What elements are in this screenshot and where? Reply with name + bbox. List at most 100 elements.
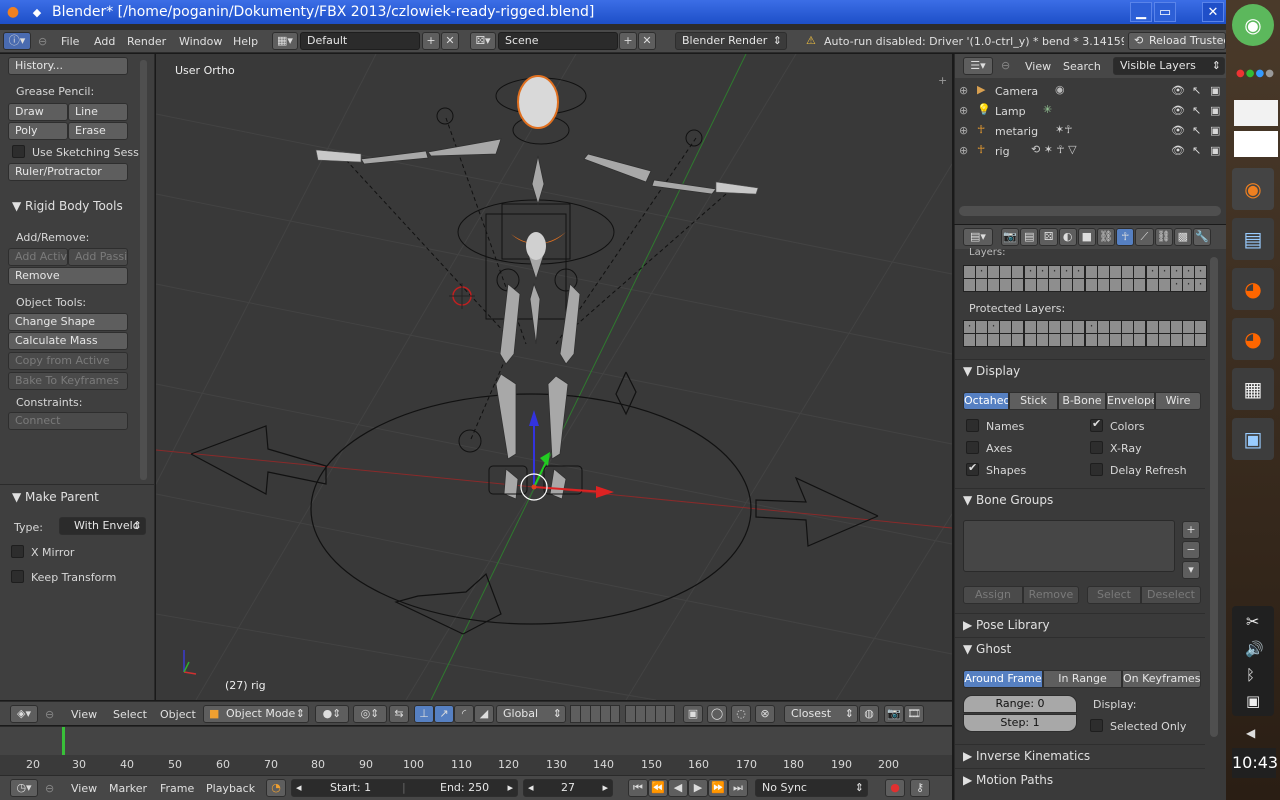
chevron-left-icon[interactable]: ◂ bbox=[296, 780, 302, 796]
prev-keyframe-icon[interactable]: ⏪ bbox=[648, 779, 668, 797]
outliner-scrollbar[interactable] bbox=[959, 206, 1221, 216]
collapse-arrow-icon[interactable]: ▼ bbox=[12, 490, 21, 504]
display-mode-wire[interactable]: Wire bbox=[1155, 392, 1201, 410]
menu-select[interactable]: Select bbox=[113, 708, 147, 721]
render-camera-icon[interactable]: ▣ bbox=[1210, 124, 1220, 137]
add-group-icon[interactable]: + bbox=[1182, 521, 1200, 539]
menu-frame[interactable]: Frame bbox=[160, 782, 194, 795]
blender-app-icon[interactable]: ◉ bbox=[1232, 168, 1274, 210]
axes-checkbox[interactable] bbox=[966, 441, 979, 454]
end-frame[interactable]: End: 250 bbox=[440, 780, 489, 796]
ghost-in-range[interactable]: In Range bbox=[1043, 670, 1122, 688]
opensuse-logo-icon[interactable]: ◉ bbox=[1232, 4, 1274, 46]
scene-field[interactable]: Scene bbox=[498, 32, 618, 50]
sketching-checkbox[interactable] bbox=[12, 145, 25, 158]
bake-keyframes-button[interactable]: Bake To Keyframes bbox=[8, 372, 128, 390]
armature-data-tab-icon[interactable]: ☥ bbox=[1116, 228, 1135, 246]
scene-icon[interactable]: ⚄▾ bbox=[470, 32, 496, 50]
workspace-1[interactable] bbox=[1234, 100, 1278, 126]
remove-group-icon[interactable]: − bbox=[1182, 541, 1200, 559]
viewport-canvas[interactable] bbox=[156, 54, 952, 700]
magnet-icon[interactable]: ⊗ bbox=[755, 705, 775, 723]
ghost-range-field[interactable]: Range: 0 bbox=[963, 695, 1077, 713]
render-camera-icon[interactable]: ▣ bbox=[1210, 84, 1220, 97]
assign-button[interactable]: Assign bbox=[963, 586, 1023, 604]
armature-bones[interactable] bbox=[360, 138, 717, 500]
render-camera-icon[interactable]: ▣ bbox=[1210, 144, 1220, 157]
xray-checkbox[interactable] bbox=[1090, 441, 1103, 454]
translate-icon[interactable]: ⊥ bbox=[414, 705, 434, 723]
chevron-right-icon[interactable]: ▸ bbox=[602, 780, 608, 796]
properties-scrollbar[interactable] bbox=[1210, 257, 1218, 737]
bluetooth-icon[interactable]: ᛒ bbox=[1246, 666, 1255, 684]
menu-view[interactable]: View bbox=[1025, 60, 1051, 73]
protected-grid-b[interactable] bbox=[1024, 320, 1085, 347]
bone-groups-panel-header[interactable]: ▼ Bone Groups bbox=[955, 488, 1205, 510]
scale-icon[interactable]: ◜ bbox=[454, 705, 474, 723]
timeline-track[interactable] bbox=[0, 727, 952, 755]
visibility-eye-icon[interactable]: 👁 bbox=[1171, 124, 1185, 137]
sync-select[interactable]: No Sync ⇕ bbox=[755, 779, 868, 797]
rotate-icon[interactable]: ↗ bbox=[434, 705, 454, 723]
timeline-ruler[interactable]: 20 30 40 50 60 70 80 90 100 110 120 130 … bbox=[0, 755, 952, 775]
outliner-row[interactable]: ⊕ ▶ Camera ◉ 👁 ↖ ▣ bbox=[955, 81, 1220, 101]
layers-grid-a[interactable] bbox=[963, 265, 1024, 292]
transform-manipulator[interactable] bbox=[520, 410, 614, 501]
names-checkbox[interactable] bbox=[966, 419, 979, 432]
menu-window[interactable]: Window bbox=[179, 35, 222, 48]
play-reverse-icon[interactable]: ◀ bbox=[668, 779, 688, 797]
reload-trusted-button[interactable]: ⟲ Reload Trusted bbox=[1128, 32, 1226, 50]
frame-range-field[interactable]: ◂ Start: 1 | End: 250 ▸ bbox=[291, 779, 518, 797]
outliner-row[interactable]: ⊕ ☥ rig ⟲ ✶ ☥ ▽ 👁 ↖ ▣ bbox=[955, 141, 1220, 161]
chevron-left-icon[interactable]: ◂ bbox=[528, 780, 534, 796]
outliner-item-label[interactable]: Camera bbox=[995, 85, 1038, 98]
file-manager-app-icon[interactable]: ▤ bbox=[1232, 218, 1274, 260]
timeline[interactable]: 20 30 40 50 60 70 80 90 100 110 120 130 … bbox=[0, 726, 952, 775]
texture-tab-icon[interactable]: ▩ bbox=[1173, 228, 1192, 246]
ghost-panel-header[interactable]: ▼ Ghost bbox=[955, 637, 1205, 659]
display-settings-app-icon[interactable]: ▣ bbox=[1232, 418, 1274, 460]
lock-layer-icon[interactable]: ▣ bbox=[683, 705, 703, 723]
expand-icon[interactable]: ⊕ bbox=[959, 124, 968, 137]
world-tab-icon[interactable]: ◐ bbox=[1058, 228, 1077, 246]
display-mode-bbone[interactable]: B-Bone bbox=[1058, 392, 1106, 410]
shading-icon[interactable]: ●⇕ bbox=[315, 705, 349, 723]
jump-end-icon[interactable]: ⏭ bbox=[728, 779, 748, 797]
current-frame-value[interactable]: 27 bbox=[561, 781, 575, 794]
layers-grid-b[interactable] bbox=[1024, 265, 1085, 292]
remove-scene-icon[interactable]: ✕ bbox=[638, 32, 656, 50]
connect-button[interactable]: Connect bbox=[8, 412, 128, 430]
display-panel-header[interactable]: ▼ Display bbox=[955, 359, 1205, 381]
outliner-filter-select[interactable]: Visible Layers ⇕ bbox=[1113, 57, 1225, 75]
minimize-button[interactable]: ▁ bbox=[1130, 2, 1152, 22]
protected-grid-c[interactable] bbox=[1085, 320, 1146, 347]
draw-button[interactable]: Draw bbox=[8, 103, 68, 121]
keep-transform-checkbox[interactable] bbox=[11, 570, 24, 583]
snap-target-select[interactable]: Closest ⇕ bbox=[784, 705, 858, 723]
clock[interactable]: 10:43 bbox=[1232, 748, 1278, 778]
pin-icon[interactable]: ◆ bbox=[28, 3, 46, 21]
menu-playback[interactable]: Playback bbox=[206, 782, 255, 795]
change-shape-button[interactable]: Change Shape bbox=[8, 313, 128, 331]
current-frame-field[interactable]: ◂ 27 ▸ bbox=[523, 779, 613, 797]
ghost-around-frame[interactable]: Around Frame bbox=[963, 670, 1043, 688]
deselect-group-button[interactable]: Deselect bbox=[1141, 586, 1201, 604]
usb-drive-icon[interactable]: ▣ bbox=[1246, 692, 1260, 710]
x-mirror-checkbox[interactable] bbox=[11, 545, 24, 558]
scissors-icon[interactable]: ✂ bbox=[1246, 612, 1259, 631]
history-button[interactable]: History... bbox=[8, 57, 128, 75]
layout-field[interactable]: Default bbox=[300, 32, 420, 50]
volume-icon[interactable]: 🔊 bbox=[1245, 640, 1264, 658]
document-app-icon[interactable]: ▦ bbox=[1232, 368, 1274, 410]
jump-start-icon[interactable]: ⏮ bbox=[628, 779, 648, 797]
menu-marker[interactable]: Marker bbox=[109, 782, 147, 795]
3d-viewport[interactable]: User Ortho (27) rig + bbox=[156, 54, 952, 700]
menu-help[interactable]: Help bbox=[233, 35, 258, 48]
remove-group-button[interactable]: Remove bbox=[1023, 586, 1079, 604]
select-cursor-icon[interactable]: ↖ bbox=[1192, 104, 1201, 117]
mode-select[interactable]: ■ Object Mode ⇕ bbox=[203, 705, 309, 723]
erase-button[interactable]: Erase bbox=[68, 122, 128, 140]
display-mode-stick[interactable]: Stick bbox=[1009, 392, 1058, 410]
menu-add[interactable]: Add bbox=[94, 35, 115, 48]
line-button[interactable]: Line bbox=[68, 103, 128, 121]
